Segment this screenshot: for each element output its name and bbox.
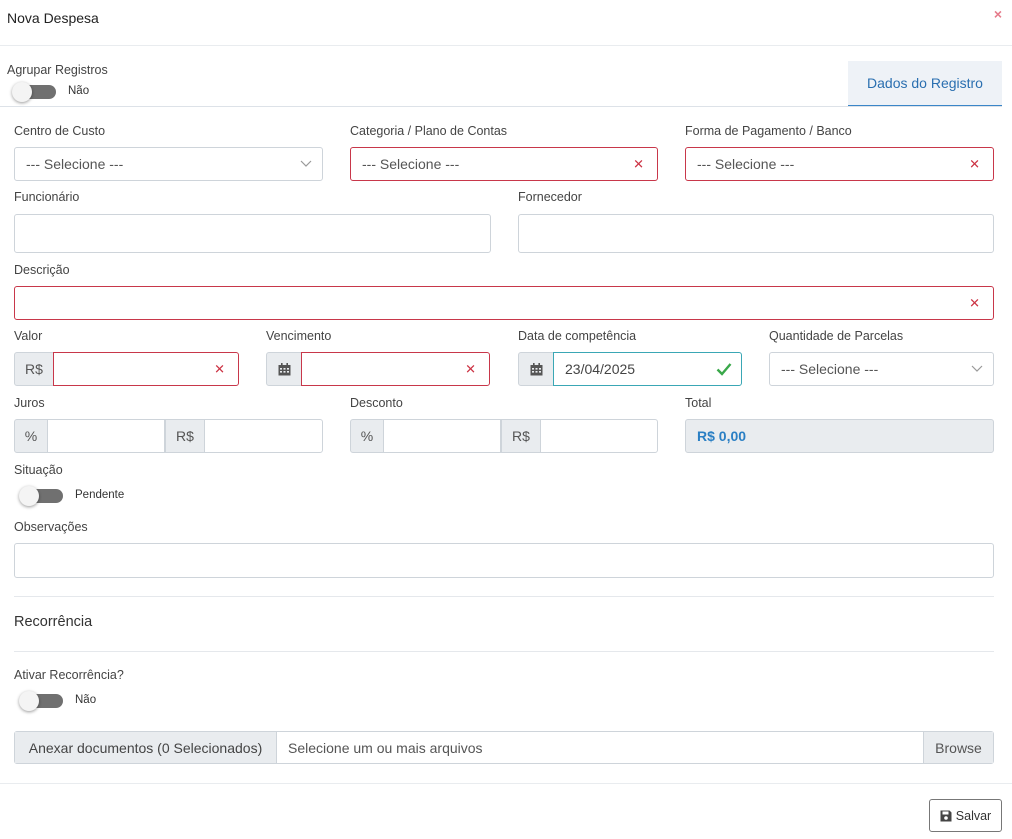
desconto-value-input[interactable] (540, 419, 658, 453)
juros-value-input[interactable] (204, 419, 323, 453)
centro-custo-select[interactable]: --- Selecione --- (14, 147, 323, 181)
valor-label: Valor (14, 329, 43, 343)
desconto-percent-input[interactable] (383, 419, 501, 453)
fornecedor-input[interactable] (518, 214, 994, 253)
invalid-x-icon: ✕ (465, 361, 476, 377)
modal-footer: Salvar (0, 783, 1012, 839)
total-label: Total (685, 396, 712, 410)
forma-pagamento-label: Forma de Pagamento / Banco (685, 124, 852, 138)
check-icon (716, 363, 732, 376)
funcionario-label: Funcionário (14, 190, 80, 204)
juros-label: Juros (14, 396, 45, 410)
modal-header: Nova Despesa × (0, 0, 1012, 46)
vencimento-label: Vencimento (266, 329, 332, 343)
group-toggle[interactable] (12, 82, 56, 102)
categoria-select[interactable]: --- Selecione --- ✕ (350, 147, 658, 181)
valor-prefix: R$ (14, 352, 54, 386)
competencia-label: Data de competência (518, 329, 637, 343)
save-button-label: Salvar (955, 808, 992, 823)
valor-input[interactable]: ✕ (53, 352, 239, 386)
group-label: Agrupar Registros (7, 63, 108, 77)
observacoes-label: Observações (14, 520, 88, 534)
parcelas-select[interactable]: --- Selecione --- (769, 352, 994, 386)
file-upload-placeholder[interactable]: Selecione um ou mais arquivos (288, 740, 483, 756)
descricao-input[interactable]: ✕ (14, 286, 994, 320)
invalid-x-icon: ✕ (969, 295, 980, 311)
invalid-x-icon: ✕ (214, 361, 225, 377)
funcionario-input[interactable] (14, 214, 491, 253)
recorrencia-toggle-text: Não (75, 694, 97, 706)
tab-dados-registro[interactable]: Dados do Registro (848, 61, 1002, 107)
tab-divider (0, 106, 1002, 107)
floppy-disk-icon (940, 810, 952, 821)
juros-percent-addon: % (14, 419, 48, 453)
group-toggle-text: Não (68, 85, 90, 97)
desconto-currency-addon: R$ (501, 419, 541, 453)
invalid-x-icon: ✕ (633, 156, 644, 172)
chevron-down-icon (971, 365, 983, 372)
parcelas-label: Quantidade de Parcelas (769, 329, 904, 343)
situacao-toggle[interactable] (19, 486, 63, 506)
modal-title: Nova Despesa (7, 10, 99, 26)
calendar-icon (518, 352, 554, 386)
categoria-label: Categoria / Plano de Contas (350, 124, 508, 138)
desconto-label: Desconto (350, 396, 403, 410)
juros-currency-addon: R$ (165, 419, 205, 453)
observacoes-input[interactable] (14, 543, 994, 578)
divider (14, 596, 994, 597)
chevron-down-icon (300, 160, 312, 167)
fornecedor-label: Fornecedor (518, 190, 582, 204)
file-upload-label: Anexar documentos (0 Selecionados) (15, 732, 277, 763)
vencimento-input[interactable]: ✕ (301, 352, 490, 386)
descricao-label: Descrição (14, 263, 70, 277)
situacao-toggle-text: Pendente (75, 489, 125, 501)
total-display: R$ 0,00 (685, 419, 994, 453)
centro-custo-label: Centro de Custo (14, 124, 106, 138)
file-upload[interactable]: Anexar documentos (0 Selecionados) Selec… (14, 731, 994, 764)
invalid-x-icon: ✕ (969, 156, 980, 172)
forma-pagamento-select[interactable]: --- Selecione --- ✕ (685, 147, 994, 181)
calendar-icon (266, 352, 302, 386)
divider (14, 651, 994, 652)
browse-button[interactable]: Browse (923, 732, 993, 763)
juros-percent-input[interactable] (47, 419, 165, 453)
competencia-input[interactable]: 23/04/2025 (553, 352, 742, 386)
recorrencia-toggle[interactable] (19, 691, 63, 711)
desconto-percent-addon: % (350, 419, 384, 453)
situacao-label: Situação (14, 463, 63, 477)
close-icon[interactable]: × (994, 7, 1002, 21)
ativar-recorrencia-label: Ativar Recorrência? (14, 668, 124, 682)
recorrencia-title: Recorrência (14, 614, 93, 630)
save-button[interactable]: Salvar (929, 799, 1002, 832)
